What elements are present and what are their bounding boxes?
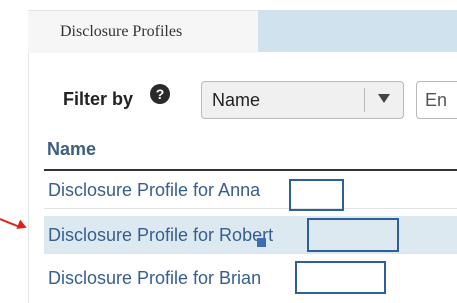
filter-by-label: Filter by <box>63 89 134 109</box>
highlight-box <box>295 261 386 294</box>
column-header-name[interactable]: Name <box>47 139 96 160</box>
tab-strip: Disclosure Profiles <box>28 10 457 53</box>
profile-link-brian[interactable]: Disclosure Profile for Brian <box>48 268 261 289</box>
filter-field-value: Name <box>212 90 261 110</box>
chevron-down-icon <box>378 94 390 103</box>
filter-value-input[interactable] <box>416 81 457 119</box>
question-circle-icon[interactable]: ? <box>150 84 170 104</box>
filter-field-select[interactable]: Name <box>201 81 404 119</box>
table-row[interactable]: Disclosure Profile for Brian <box>44 259 457 297</box>
select-divider <box>364 88 365 112</box>
profile-link-anna[interactable]: Disclosure Profile for Anna <box>48 180 260 201</box>
row-separator <box>44 253 457 254</box>
profile-link-robert[interactable]: Disclosure Profile for Robert <box>48 225 273 246</box>
cursor-marker <box>257 238 266 247</box>
highlight-box <box>289 179 344 211</box>
row-separator <box>44 208 457 209</box>
tab-disclosure-profiles[interactable]: Disclosure Profiles <box>28 10 258 53</box>
red-arrow-head-icon <box>16 219 29 233</box>
highlight-box <box>307 218 399 252</box>
panel-left-border <box>28 10 29 303</box>
tab-label: Disclosure Profiles <box>60 23 183 40</box>
table-row[interactable]: Disclosure Profile for Anna <box>44 171 457 209</box>
